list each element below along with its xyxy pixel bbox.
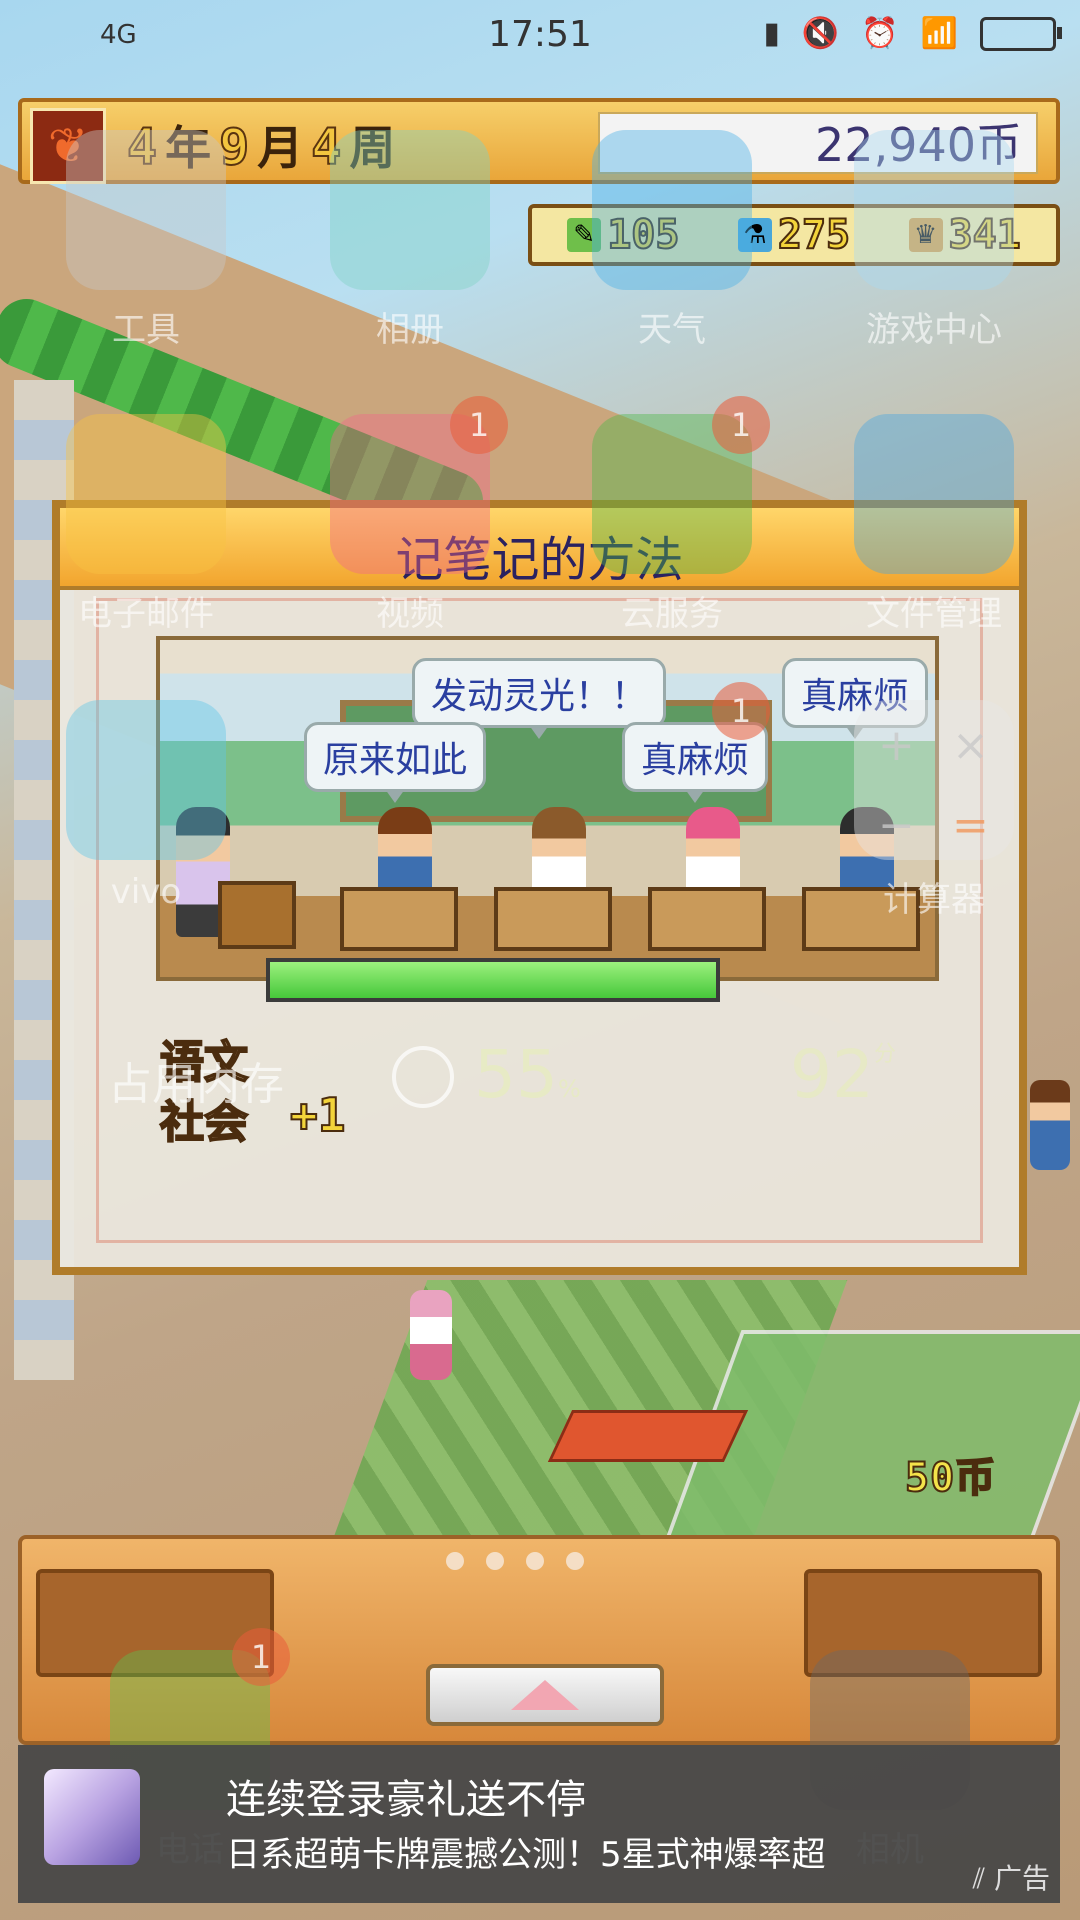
- year-unit: 年: [165, 121, 212, 175]
- speech-bubble: 真麻烦: [622, 722, 769, 803]
- menu-slot-left[interactable]: [36, 1569, 274, 1677]
- resource-value: 105: [606, 211, 680, 259]
- speech-bubble: 发动灵光！！: [412, 658, 667, 739]
- ad-title: 连续登录豪礼送不停: [226, 1777, 586, 1823]
- flask-icon: ⚗: [737, 218, 772, 252]
- subject-labels: 语文 社会: [159, 1033, 270, 1153]
- speech-bubble: 原来如此: [304, 722, 487, 803]
- trophy-icon: ♛: [908, 218, 943, 252]
- price-label: 50币: [904, 1454, 997, 1502]
- week-number: 4: [310, 117, 342, 177]
- menu-expand-button[interactable]: [426, 1664, 664, 1726]
- wifi-icon: 📶: [920, 16, 958, 51]
- battery-saver-icon: ▮: [763, 16, 780, 51]
- desk: [648, 887, 766, 951]
- desk: [802, 887, 920, 951]
- game-date: 4 年 9 月 4 周: [126, 112, 396, 178]
- resource-flask: ⚗ 275: [737, 211, 851, 259]
- resource-value: 275: [777, 211, 851, 259]
- podium: [218, 881, 296, 949]
- dialog-title-bar: 记笔记的方法: [60, 508, 1019, 590]
- progress-fill: [270, 962, 716, 998]
- desk: [340, 887, 458, 951]
- page-indicator: [446, 1552, 584, 1570]
- page-dot: [566, 1552, 584, 1570]
- red-bench[interactable]: [547, 1410, 749, 1462]
- page-dot: [486, 1552, 504, 1570]
- student-sprite: [686, 807, 740, 897]
- month-unit: 月: [257, 121, 304, 175]
- progress-bar: [266, 958, 720, 1002]
- ad-thumbnail[interactable]: [44, 1769, 140, 1865]
- ad-tag: ⫽ 广告: [973, 1857, 1050, 1897]
- up-arrow-icon: [511, 1680, 579, 1710]
- dialog-title: 记笔记的方法: [395, 532, 684, 588]
- money-display: 22,940币: [598, 112, 1038, 174]
- event-dialog[interactable]: 记笔记的方法 发动灵光！！ 真麻烦 原来如此 真麻烦 语文 社会 +1: [52, 500, 1027, 1275]
- stat-bonus: +1: [289, 1087, 346, 1143]
- alarm-icon: ⏰: [861, 16, 899, 51]
- status-bar: 4G 17:51 ▮ 🔇 ⏰ 📶: [0, 0, 1080, 72]
- battery-icon: [980, 16, 1062, 51]
- ad-banner[interactable]: 连续登录豪礼送不停 日系超萌卡牌震撼公测！5星式神爆率超 ⫽ 广告: [18, 1745, 1060, 1903]
- student-sprite-boy[interactable]: [1030, 1080, 1070, 1170]
- game-top-bar: ❦ 4 年 9 月 4 周 22,940币: [18, 98, 1060, 184]
- page-dot: [446, 1552, 464, 1570]
- resource-pencil: ✎ 105: [567, 211, 680, 259]
- subject-chinese: 语文: [159, 1036, 249, 1089]
- status-icons: ▮ 🔇 ⏰ 📶: [763, 16, 1062, 51]
- month-number: 9: [218, 117, 250, 177]
- ad-tag-label: 广告: [993, 1862, 1050, 1895]
- ad-description: 日系超萌卡牌震撼公测！5星式神爆率超: [226, 1835, 826, 1875]
- page-dot: [526, 1552, 544, 1570]
- maple-leaf-icon[interactable]: ❦: [30, 108, 106, 184]
- resource-bar: ✎ 105 ⚗ 275 ♛ 341: [528, 204, 1060, 266]
- ad-logo-icon: ⫽: [972, 1862, 994, 1895]
- student-sprite: [840, 807, 894, 897]
- student-sprite: [532, 807, 586, 897]
- student-sprite: [378, 807, 432, 897]
- week-unit: 周: [349, 121, 396, 175]
- desk: [494, 887, 612, 951]
- resource-trophy: ♛ 341: [908, 211, 1022, 259]
- speech-bubble: 真麻烦: [782, 658, 929, 739]
- mute-icon: 🔇: [801, 16, 840, 51]
- student-sprite-girl[interactable]: [410, 1290, 452, 1380]
- year-number: 4: [126, 117, 158, 177]
- menu-slot-right[interactable]: [804, 1569, 1042, 1677]
- pencil-icon: ✎: [567, 218, 602, 252]
- subject-social: 社会: [159, 1096, 249, 1149]
- resource-value: 341: [948, 211, 1022, 259]
